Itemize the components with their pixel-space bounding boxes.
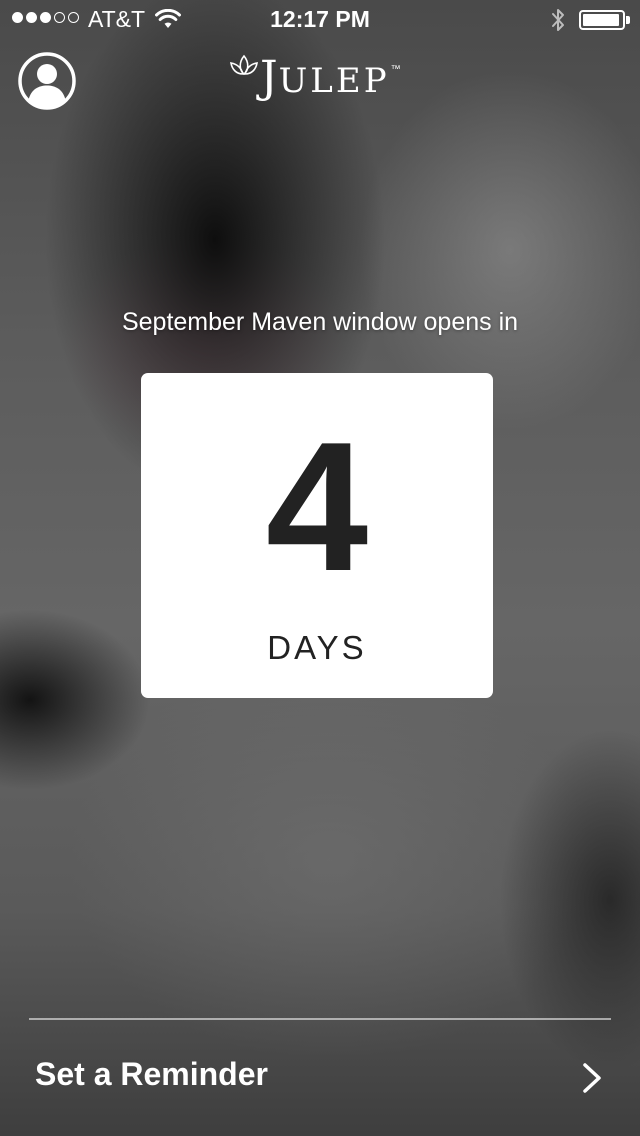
profile-button[interactable] — [18, 52, 76, 110]
logo-rest: ULEP — [278, 61, 390, 101]
logo-initial: J — [260, 52, 279, 103]
window-opens-label: September Maven window opens in — [121, 308, 519, 336]
logo-trademark: ™ — [390, 64, 401, 75]
battery-level — [583, 14, 619, 26]
countdown-days-value: 4 — [265, 403, 369, 609]
countdown-card: 4 DAYS — [141, 373, 493, 698]
screen: AT&T 12:17 PM JULEP ™ September Maven wi… — [0, 0, 640, 1136]
lotus-icon — [230, 54, 258, 76]
chevron-right-icon — [583, 1063, 601, 1093]
battery-cap — [626, 16, 630, 24]
set-reminder-button[interactable]: Set a Reminder — [0, 1020, 640, 1136]
set-reminder-label: Set a Reminder — [35, 1056, 268, 1092]
bluetooth-icon — [552, 9, 564, 31]
battery-icon — [579, 10, 625, 30]
status-bar: AT&T 12:17 PM — [0, 0, 640, 40]
logo-wordmark: JULEP — [260, 48, 390, 111]
status-time: 12:17 PM — [270, 6, 370, 32]
countdown-unit-label: DAYS — [267, 629, 367, 666]
julep-logo: JULEP ™ — [228, 48, 401, 108]
